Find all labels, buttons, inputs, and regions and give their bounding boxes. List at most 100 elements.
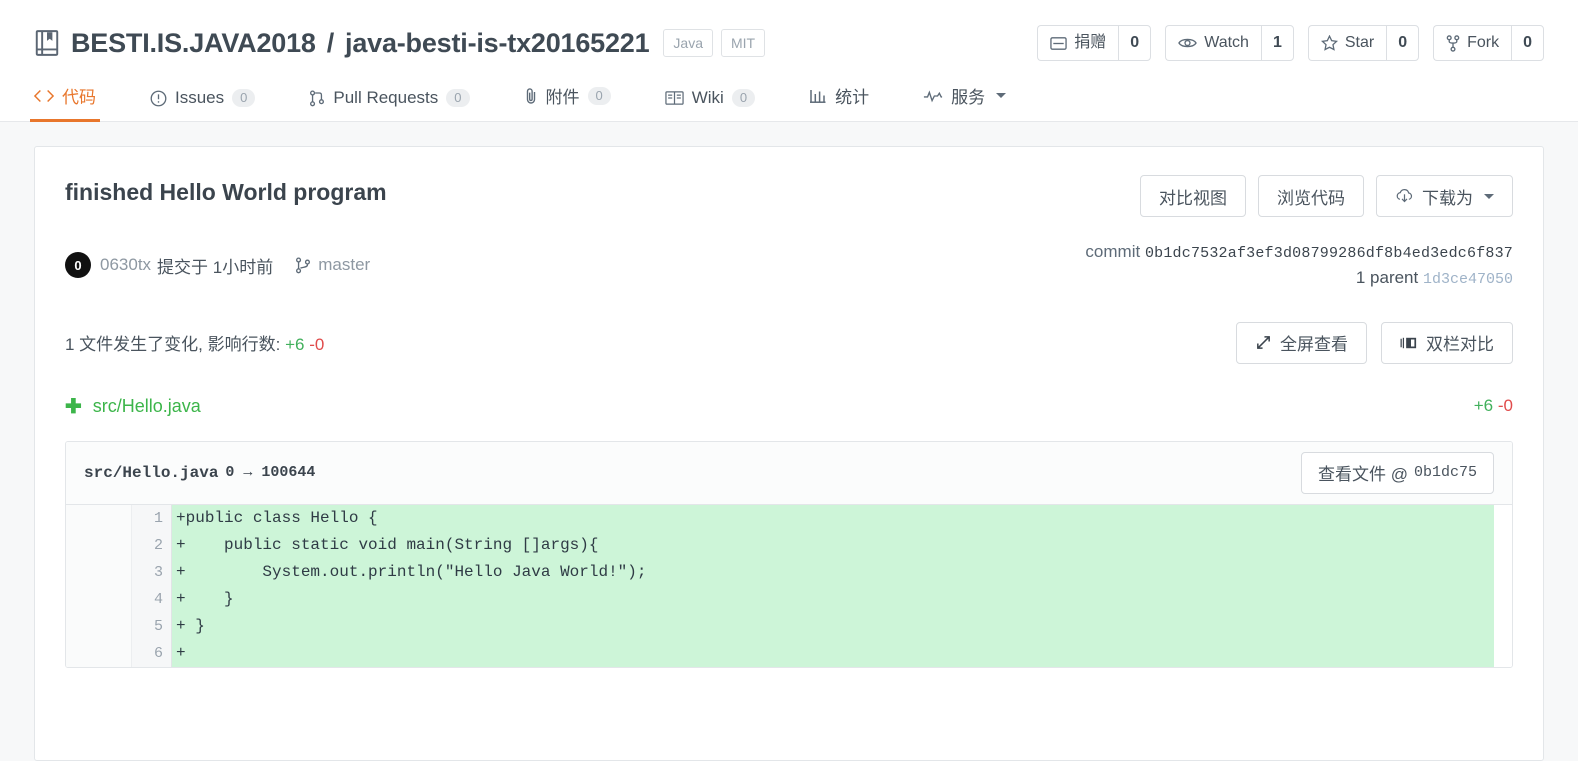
- commit-branch[interactable]: master: [295, 255, 370, 275]
- commit-sha[interactable]: 0b1dc7532af3ef3d08799286df8b4ed3edc6f837: [1145, 245, 1513, 262]
- split-view-label: 双栏对比: [1426, 335, 1494, 355]
- diff-view-label: 对比视图: [1159, 188, 1227, 208]
- donate-count[interactable]: 0: [1118, 25, 1152, 61]
- tab-issues[interactable]: Issues 0: [150, 88, 256, 121]
- issue-opened-icon: [150, 90, 167, 107]
- diff-stats-additions: +6: [285, 335, 305, 355]
- parent-sha-link[interactable]: 1d3ce47050: [1423, 271, 1513, 288]
- changed-file-link[interactable]: src/Hello.java: [93, 396, 201, 417]
- diff-code-cell[interactable]: +: [172, 639, 1494, 667]
- repo-owner-link[interactable]: BESTI.IS.JAVA2018: [71, 28, 316, 59]
- download-as-button[interactable]: 下载为: [1376, 175, 1513, 217]
- diff-code-cell[interactable]: + }: [172, 585, 1494, 613]
- commit-header: finished Hello World program 对比视图 浏览代码 下…: [65, 175, 1513, 217]
- commit-author-link[interactable]: 0630tx: [100, 255, 151, 275]
- donate-button[interactable]: 捐赠: [1037, 25, 1119, 61]
- split-view-button[interactable]: 双栏对比: [1381, 321, 1513, 364]
- diff-marker: +: [176, 643, 186, 662]
- diff-line-number: 5: [132, 612, 172, 640]
- diff-stats-row: 1 文件发生了变化, 影响行数: +6 -0 全屏查看 双栏对比: [65, 321, 1513, 364]
- tab-statistics[interactable]: 统计: [809, 83, 869, 121]
- diff-marker: +: [176, 562, 186, 581]
- changed-file-row: ✚ src/Hello.java +6 -0: [65, 394, 1513, 419]
- cloud-download-icon: [1395, 188, 1414, 204]
- tab-attachments-count: 0: [587, 86, 611, 105]
- fork-label: Fork: [1467, 34, 1500, 51]
- diff-line-number: 3: [132, 558, 172, 586]
- diff-code-text: }: [185, 589, 234, 608]
- fork-button[interactable]: Fork: [1433, 25, 1512, 61]
- tab-services[interactable]: 服务: [923, 83, 1007, 121]
- commit-author-row: 0 0630tx 提交于 1小时前 master commit 0b1dc753…: [65, 239, 1513, 292]
- tab-pull-requests-count: 0: [446, 89, 470, 107]
- diff-line: 2 + public static void main(String []arg…: [66, 531, 1512, 559]
- tab-pull-requests-label: Pull Requests: [333, 88, 439, 107]
- watch-button-group[interactable]: Watch 1: [1165, 25, 1294, 61]
- diff-stats-deletions: -0: [309, 335, 325, 355]
- repo-title-separator: /: [326, 27, 335, 58]
- view-file-label: 查看文件 @: [1318, 465, 1408, 485]
- diff-line-number: 4: [132, 585, 172, 613]
- license-badge[interactable]: MIT: [721, 29, 766, 57]
- donate-icon: [1050, 36, 1067, 51]
- diff-view-actions: 全屏查看 双栏对比: [1236, 321, 1513, 364]
- avatar[interactable]: 0: [65, 252, 91, 279]
- star-button[interactable]: Star: [1307, 25, 1387, 61]
- fork-button-group[interactable]: Fork 0: [1433, 25, 1544, 61]
- diff-code-cell[interactable]: +public class Hello {: [172, 504, 1494, 532]
- tab-attachments[interactable]: 附件 0: [524, 83, 611, 121]
- diff-line: 4 + }: [66, 585, 1512, 613]
- commit-header-actions: 对比视图 浏览代码 下载为: [1140, 175, 1513, 217]
- pull-request-icon: [309, 89, 325, 107]
- parent-label: 1 parent: [1355, 268, 1419, 288]
- diff-code-text: public static void main(String []args){: [185, 535, 599, 554]
- commit-branch-name: master: [318, 255, 371, 275]
- book-open-icon: [665, 90, 684, 106]
- changed-file-stats: +6 -0: [1474, 396, 1513, 416]
- watch-count[interactable]: 1: [1260, 25, 1294, 61]
- tab-pull-requests[interactable]: Pull Requests 0: [309, 88, 470, 121]
- browse-code-label: 浏览代码: [1277, 188, 1345, 208]
- fork-count[interactable]: 0: [1511, 25, 1544, 61]
- commit-sha-row: commit 0b1dc7532af3ef3d08799286df8b4ed3e…: [1085, 239, 1513, 265]
- diff-gutter-old: [66, 612, 132, 640]
- fullscreen-view-label: 全屏查看: [1280, 335, 1348, 355]
- fullscreen-view-button[interactable]: 全屏查看: [1236, 321, 1367, 364]
- diff-stats-text: 1 文件发生了变化, 影响行数: +6 -0: [65, 330, 324, 355]
- diff-file-header: src/Hello.java 0 → 100644 查看文件 @ 0b1dc75: [66, 441, 1512, 505]
- language-badge[interactable]: Java: [663, 29, 713, 57]
- donate-button-group[interactable]: 捐赠 0: [1037, 25, 1152, 61]
- diff-box: src/Hello.java 0 → 100644 查看文件 @ 0b1dc75…: [65, 440, 1513, 668]
- watch-button[interactable]: Watch: [1165, 25, 1261, 61]
- repo-name-link[interactable]: java-besti-is-tx20165221: [345, 28, 650, 59]
- star-count[interactable]: 0: [1386, 25, 1420, 61]
- expand-icon: [1255, 334, 1272, 351]
- diff-gutter-old: [66, 558, 132, 586]
- repo-nav-tabs: 代码 Issues 0 Pull Requests 0 附件 0 Wiki 0 …: [0, 70, 1578, 122]
- page-body: finished Hello World program 对比视图 浏览代码 下…: [0, 122, 1578, 761]
- commit-parent-row: 1 parent 1d3ce47050: [1085, 265, 1513, 291]
- diff-gutter-old: [66, 639, 132, 667]
- diff-view-button[interactable]: 对比视图: [1140, 175, 1246, 217]
- commit-card: finished Hello World program 对比视图 浏览代码 下…: [34, 146, 1544, 761]
- tab-wiki-label: Wiki: [691, 88, 724, 107]
- diff-code-text: System.out.println("Hello Java World!");: [185, 562, 647, 581]
- diff-code-cell[interactable]: + System.out.println("Hello Java World!"…: [172, 558, 1494, 586]
- pulse-icon: [923, 89, 943, 103]
- tab-wiki[interactable]: Wiki 0: [665, 88, 756, 121]
- tab-attachments-label: 附件: [545, 88, 580, 107]
- diff-code-cell[interactable]: + }: [172, 612, 1494, 640]
- diff-file-path: src/Hello.java: [84, 463, 219, 482]
- browse-code-button[interactable]: 浏览代码: [1258, 175, 1364, 217]
- tab-code[interactable]: 代码: [30, 83, 100, 122]
- view-file-button[interactable]: 查看文件 @ 0b1dc75: [1301, 451, 1494, 494]
- star-button-group[interactable]: Star 0: [1307, 25, 1420, 61]
- repo-header: BESTI.IS.JAVA2018 / java-besti-is-tx2016…: [0, 0, 1578, 70]
- star-label: Star: [1344, 34, 1375, 51]
- diff-gutter-old: [66, 504, 132, 532]
- diff-code-cell[interactable]: + public static void main(String []args)…: [172, 531, 1494, 559]
- diff-line: 6 +: [66, 639, 1512, 667]
- tab-issues-count: 0: [232, 89, 256, 107]
- diff-gutter-old: [66, 531, 132, 559]
- tab-code-label: 代码: [62, 88, 96, 107]
